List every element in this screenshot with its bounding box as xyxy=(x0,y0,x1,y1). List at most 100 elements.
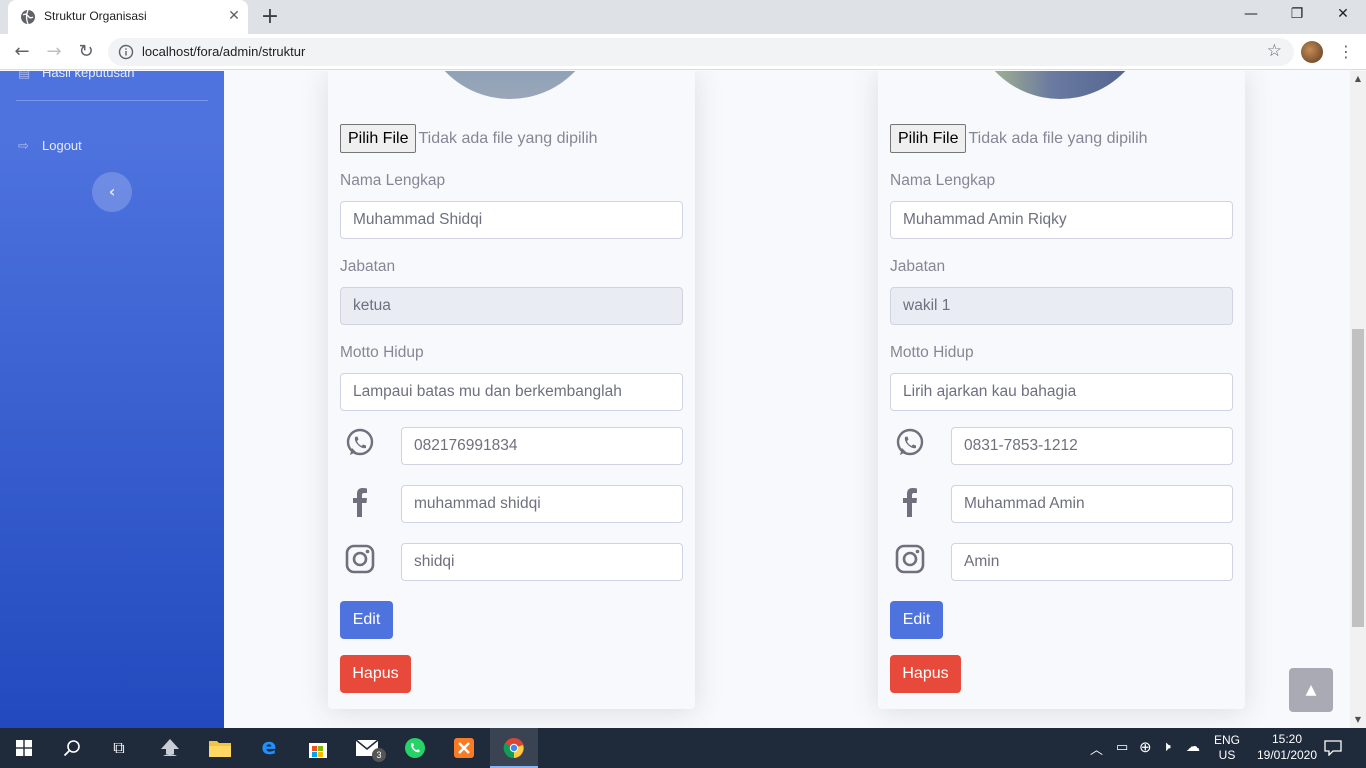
motto-input[interactable]: Lampaui batas mu dan berkembanglah xyxy=(340,373,683,411)
xampp-icon xyxy=(454,738,474,758)
taskbar-app-inkscape[interactable] xyxy=(146,728,194,768)
taskbar-app-mail[interactable]: 3 xyxy=(344,728,392,768)
member-photo xyxy=(420,71,600,99)
sidebar-item-label: Logout xyxy=(42,138,82,153)
clipboard-icon: ▤ xyxy=(18,71,31,80)
position-label: Jabatan xyxy=(340,258,396,275)
whatsapp-icon xyxy=(896,428,924,456)
battery-icon[interactable]: ▭ xyxy=(1116,739,1128,755)
restore-button[interactable]: ❐ xyxy=(1274,0,1320,30)
system-tray-icons: ︿ ▭ ⊕ 🕨 ☁ xyxy=(1090,728,1200,768)
browser-menu-icon[interactable]: ⋮ xyxy=(1338,40,1354,64)
start-button[interactable] xyxy=(0,728,48,768)
instagram-input[interactable]: Amin xyxy=(951,543,1233,581)
facebook-input[interactable]: Muhammad Amin xyxy=(951,485,1233,523)
address-bar[interactable]: localhost/fora/admin/struktur ☆ xyxy=(108,38,1294,66)
sidebar: ▤ Hasil keputusan ⇨ Logout ‹ xyxy=(0,71,224,728)
sidebar-item-hasil-keputusan[interactable]: ▤ Hasil keputusan xyxy=(18,71,135,81)
motto-label: Motto Hidup xyxy=(340,344,424,361)
sidebar-toggle-button[interactable]: ‹ xyxy=(92,172,132,212)
tab-title: Struktur Organisasi xyxy=(44,9,147,23)
file-status: Tidak ada file yang dipilih xyxy=(968,130,1148,147)
chrome-icon xyxy=(503,738,524,759)
windows-icon xyxy=(16,740,32,756)
reload-icon[interactable]: ↻ xyxy=(74,40,98,64)
sign-out-icon: ⇨ xyxy=(18,138,29,153)
sidebar-item-label: Hasil keputusan xyxy=(42,71,135,80)
mail-badge: 3 xyxy=(372,748,386,762)
page-viewport: ▤ Hasil keputusan ⇨ Logout ‹ Pilih File Tid… xyxy=(0,71,1350,728)
forward-arrow-icon[interactable]: → xyxy=(42,40,66,64)
language-region: US xyxy=(1218,748,1236,762)
taskbar-app-whatsapp[interactable] xyxy=(392,728,440,768)
scroll-up-icon[interactable]: ▲ xyxy=(1350,71,1366,87)
clock-date: 19/01/2020 xyxy=(1256,748,1318,762)
taskbar-app-xampp[interactable] xyxy=(440,728,488,768)
name-label: Nama Lengkap xyxy=(340,172,446,189)
language-code: ENG xyxy=(1213,733,1240,747)
file-status: Tidak ada file yang dipilih xyxy=(418,130,598,147)
notification-icon[interactable] xyxy=(1324,740,1342,756)
edit-button[interactable]: Edit xyxy=(890,601,943,639)
sidebar-item-logout[interactable]: ⇨ Logout xyxy=(18,138,82,154)
globe-icon xyxy=(21,9,35,25)
scroll-down-icon[interactable]: ▼ xyxy=(1350,712,1366,728)
sidebar-divider xyxy=(16,100,208,101)
name-label: Nama Lengkap xyxy=(890,172,996,189)
position-input: ketua xyxy=(340,287,683,325)
taskbar: ⧉ e 3 ︿ ▭ ⊕ 🕨 ☁ ENG US 15:20 19/01/2020 xyxy=(0,728,1366,768)
back-arrow-icon[interactable]: ← xyxy=(10,40,34,64)
facebook-input[interactable]: muhammad shidqi xyxy=(401,485,683,523)
choose-file-button[interactable]: Pilih File xyxy=(890,124,967,153)
edit-button[interactable]: Edit xyxy=(340,601,393,639)
window-close-button[interactable]: ✕ xyxy=(1320,0,1366,30)
cloud-upload-icon[interactable]: ☁ xyxy=(1186,738,1200,755)
instagram-icon xyxy=(345,544,375,574)
member-photo xyxy=(970,71,1150,99)
search-button[interactable] xyxy=(48,728,96,768)
scroll-to-top-button[interactable]: ▲ xyxy=(1289,668,1333,712)
choose-file-button[interactable]: Pilih File xyxy=(340,124,417,153)
bookmark-star-icon[interactable]: ☆ xyxy=(1267,41,1282,61)
delete-button[interactable]: Hapus xyxy=(340,655,411,693)
facebook-icon xyxy=(353,488,367,517)
browser-tab-strip: Struktur Organisasi ✕ + — ❐ ✕ xyxy=(0,0,1366,34)
clock-time: 15:20 xyxy=(1271,732,1303,746)
input-language[interactable]: ENG US xyxy=(1212,728,1242,768)
instagram-input[interactable]: shidqi xyxy=(401,543,683,581)
delete-button[interactable]: Hapus xyxy=(890,655,961,693)
taskbar-app-file-explorer[interactable] xyxy=(196,728,244,768)
whatsapp-input[interactable]: 0831-7853-1212 xyxy=(951,427,1233,465)
task-view-icon: ⧉ xyxy=(113,738,125,757)
member-card: Pilih File Tidak ada file yang dipilih Na… xyxy=(878,71,1245,709)
name-input[interactable]: Muhammad Amin Riqky xyxy=(890,201,1233,239)
speaker-muted-icon[interactable]: 🕨 xyxy=(1162,738,1171,755)
name-input[interactable]: Muhammad Shidqi xyxy=(340,201,683,239)
page-scrollbar[interactable]: ▲ ▼ xyxy=(1350,71,1366,728)
browser-toolbar: ← → ↻ localhost/fora/admin/struktur ☆ ⋮ xyxy=(0,34,1366,70)
profile-avatar[interactable] xyxy=(1301,41,1323,63)
tab-close-icon[interactable]: ✕ xyxy=(226,8,242,24)
info-icon[interactable] xyxy=(118,44,134,60)
taskbar-app-store[interactable] xyxy=(294,728,342,768)
folder-icon xyxy=(209,741,231,757)
file-input[interactable]: Pilih File Tidak ada file yang dipilih xyxy=(340,124,598,154)
file-input[interactable]: Pilih File Tidak ada file yang dipilih xyxy=(890,124,1148,154)
browser-tab-active[interactable]: Struktur Organisasi ✕ xyxy=(8,0,248,34)
new-tab-button[interactable]: + xyxy=(258,6,282,28)
taskbar-app-edge[interactable]: e xyxy=(246,728,294,768)
network-globe-icon[interactable]: ⊕ xyxy=(1139,738,1152,756)
instagram-icon xyxy=(895,544,925,574)
taskbar-app-chrome[interactable] xyxy=(490,728,538,768)
minimize-button[interactable]: — xyxy=(1228,0,1274,30)
clock[interactable]: 15:20 19/01/2020 xyxy=(1252,728,1322,768)
whatsapp-input[interactable]: 082176991834 xyxy=(401,427,683,465)
task-view-button[interactable]: ⧉ xyxy=(96,728,144,768)
url-text[interactable]: localhost/fora/admin/struktur xyxy=(142,44,305,59)
motto-input[interactable]: Lirih ajarkan kau bahagia xyxy=(890,373,1233,411)
position-label: Jabatan xyxy=(890,258,946,275)
scrollbar-thumb[interactable] xyxy=(1352,329,1364,627)
chevron-up-icon[interactable]: ︿ xyxy=(1090,739,1103,758)
whatsapp-icon xyxy=(405,738,425,758)
whatsapp-icon xyxy=(346,428,374,456)
